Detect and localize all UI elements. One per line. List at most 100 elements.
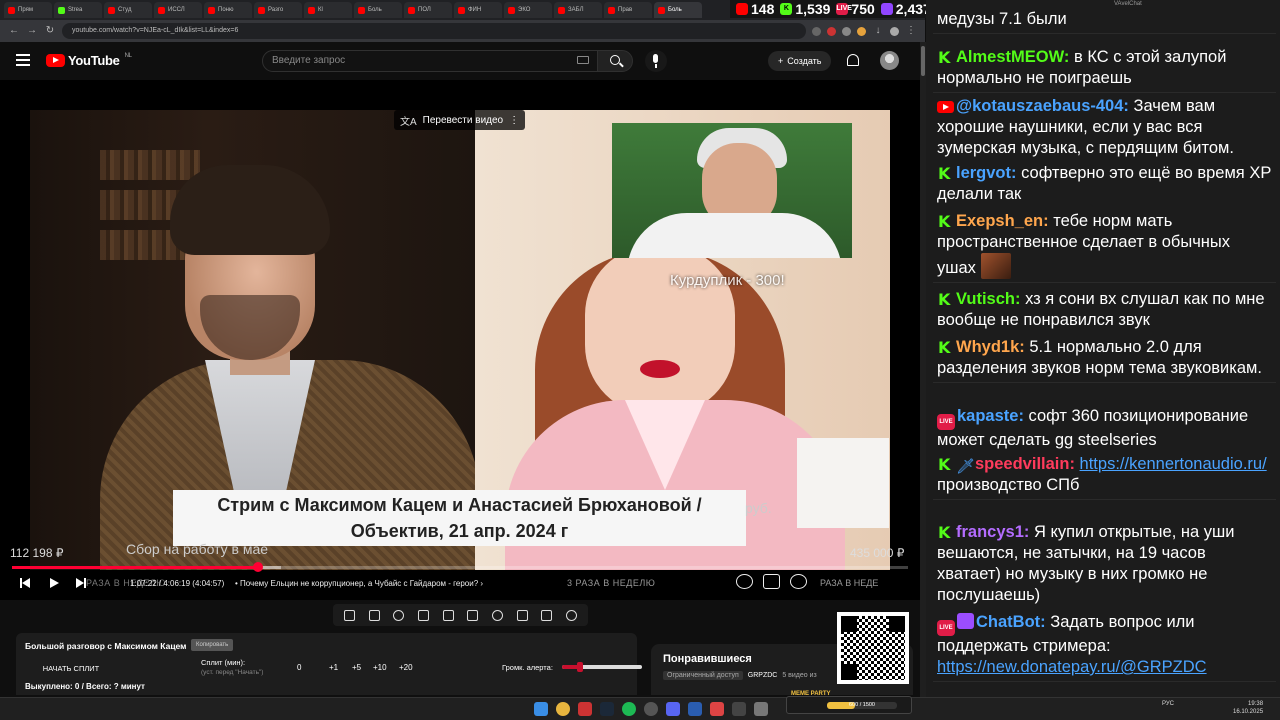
clock[interactable]: 19:38 16.10.2025 bbox=[1233, 700, 1263, 716]
playlist-title[interactable]: Понравившиеся bbox=[663, 653, 752, 665]
browser-tab[interactable]: Strea bbox=[54, 2, 102, 18]
browser-tab[interactable]: Студ bbox=[104, 2, 152, 18]
video-player[interactable]: Курдуплик - 300! 文A Перевести видео ⋮ Ст… bbox=[0, 80, 920, 600]
previous-icon[interactable] bbox=[20, 578, 30, 588]
pip-shirt bbox=[627, 213, 842, 258]
app-icon[interactable] bbox=[710, 702, 724, 716]
hamburger-menu-icon[interactable] bbox=[16, 54, 30, 66]
steam-icon[interactable] bbox=[600, 702, 614, 716]
chat-link[interactable]: https://kennertonaudio.ru/ bbox=[1080, 455, 1267, 473]
chapter-title[interactable]: • Почему Ельцин не коррупционер, а Чубай… bbox=[235, 579, 483, 588]
start-split-button[interactable]: НАЧАТЬ СПЛИТ bbox=[26, 662, 116, 676]
tab-label: Боль bbox=[668, 7, 682, 13]
meme-progress-bar: 600 / 1500 bbox=[827, 702, 897, 709]
obs-icon[interactable] bbox=[644, 702, 658, 716]
chrome-icon[interactable] bbox=[556, 702, 570, 716]
kick-badge-icon bbox=[937, 211, 954, 232]
crop-icon[interactable] bbox=[516, 609, 528, 621]
create-button[interactable]: + Создать bbox=[768, 51, 832, 71]
extension-icon[interactable] bbox=[857, 26, 866, 36]
app-icon[interactable] bbox=[578, 702, 592, 716]
browser-tab[interactable]: Разго bbox=[254, 2, 302, 18]
chat-username[interactable]: francys1: bbox=[956, 523, 1029, 541]
voice-search-icon[interactable] bbox=[645, 50, 667, 72]
browser-tab[interactable]: ЗАБЛ bbox=[554, 2, 602, 18]
translate-video-button[interactable]: 文A Перевести видео ⋮ bbox=[394, 110, 526, 130]
screen-icon[interactable] bbox=[442, 609, 454, 621]
browser-tab[interactable]: Прям bbox=[4, 2, 52, 18]
subtitles-icon[interactable] bbox=[763, 574, 780, 589]
browser-tab[interactable]: Кl bbox=[304, 2, 352, 18]
language-indicator[interactable]: РУС bbox=[1162, 701, 1174, 707]
avatar[interactable] bbox=[880, 51, 899, 70]
progress-scrubber[interactable] bbox=[253, 562, 264, 572]
sort-icon[interactable] bbox=[368, 609, 380, 621]
gear-icon[interactable] bbox=[566, 609, 578, 621]
speed-icon[interactable] bbox=[491, 609, 503, 621]
start-icon[interactable] bbox=[534, 702, 548, 716]
chat-username[interactable]: Vutisch: bbox=[956, 290, 1020, 308]
notifications-bell-icon[interactable] bbox=[847, 54, 859, 66]
extension-icon[interactable] bbox=[842, 26, 851, 36]
split-add-20-button[interactable]: +20 bbox=[399, 663, 413, 672]
browser-tab[interactable]: Боль bbox=[654, 2, 702, 18]
chat-username[interactable]: ChatBot: bbox=[976, 613, 1046, 631]
browser-tab[interactable]: ИССЛ bbox=[154, 2, 202, 18]
chat-username[interactable]: Whyd1k: bbox=[956, 338, 1025, 356]
clapper-icon[interactable] bbox=[417, 609, 429, 621]
menu-icon[interactable]: ⋮ bbox=[905, 25, 917, 37]
keyboard-icon[interactable] bbox=[577, 56, 589, 64]
next-icon[interactable] bbox=[76, 578, 86, 588]
download-icon[interactable]: ↓ bbox=[872, 25, 884, 37]
browser-tab[interactable]: Прав bbox=[604, 2, 652, 18]
scrollbar-thumb[interactable] bbox=[921, 46, 925, 76]
search-button[interactable] bbox=[597, 50, 633, 72]
discord-icon[interactable] bbox=[666, 702, 680, 716]
search-input[interactable]: Введите запрос bbox=[262, 50, 598, 72]
browser-tab[interactable]: Боль bbox=[354, 2, 402, 18]
url-field[interactable]: youtube.com/watch?v=NJEa-cL_dIk&list=LL&… bbox=[62, 23, 806, 39]
chat-username[interactable]: lergvot: bbox=[956, 164, 1017, 182]
extension-icon[interactable] bbox=[812, 26, 821, 36]
chat-username[interactable]: kapaste: bbox=[957, 407, 1024, 425]
app-icon[interactable] bbox=[754, 702, 768, 716]
browser-tab[interactable]: ФИН bbox=[454, 2, 502, 18]
split-add-1-button[interactable]: +1 bbox=[329, 663, 338, 672]
playlist-owner[interactable]: GRPZDC bbox=[748, 672, 778, 679]
progress-bar[interactable] bbox=[12, 562, 908, 572]
chat-username[interactable]: AlmestMEOW: bbox=[956, 48, 1069, 66]
screenshot-icon[interactable] bbox=[541, 609, 553, 621]
viewer-stats-overlay: 148 K 1,539 LIVE 750 2,437 bbox=[730, 0, 937, 18]
app-icon[interactable] bbox=[688, 702, 702, 716]
chat-username[interactable]: speedvillain: bbox=[975, 455, 1075, 473]
spotify-icon[interactable] bbox=[622, 702, 636, 716]
tab-label: ФИН bbox=[468, 7, 482, 13]
copy-button[interactable]: Копировать bbox=[191, 639, 234, 651]
youtube-logo[interactable]: YouTube NL bbox=[46, 53, 132, 68]
loop-icon[interactable] bbox=[343, 609, 355, 621]
split-add-5-button[interactable]: +5 bbox=[352, 663, 361, 672]
browser-tab[interactable]: Поню bbox=[204, 2, 252, 18]
play-icon[interactable] bbox=[50, 578, 59, 588]
back-icon[interactable]: ← bbox=[8, 25, 20, 37]
tab-label: Кl bbox=[318, 7, 323, 13]
alert-volume-knob[interactable] bbox=[576, 662, 583, 672]
chat-link[interactable]: https://new.donatepay.ru/@GRPZDC bbox=[937, 658, 1207, 676]
chat-username[interactable]: @kotauszaebaus-404: bbox=[956, 97, 1129, 115]
alert-volume-slider[interactable] bbox=[562, 662, 642, 672]
browser-tab[interactable]: ЭКО bbox=[504, 2, 552, 18]
split-value[interactable]: 0 bbox=[297, 663, 301, 672]
audio-icon[interactable] bbox=[393, 609, 405, 621]
forward-icon[interactable]: → bbox=[26, 25, 38, 37]
more-options-icon[interactable]: ⋮ bbox=[509, 115, 519, 126]
browser-tab[interactable]: ПОЛ bbox=[404, 2, 452, 18]
popout-icon[interactable] bbox=[467, 609, 479, 621]
reload-icon[interactable]: ↻ bbox=[44, 25, 56, 37]
extension-icon[interactable] bbox=[827, 26, 836, 36]
autoplay-icon[interactable] bbox=[736, 574, 753, 589]
app-icon[interactable] bbox=[732, 702, 746, 716]
settings-icon[interactable] bbox=[790, 574, 807, 589]
chat-username[interactable]: Exepsh_en: bbox=[956, 212, 1049, 230]
split-add-10-button[interactable]: +10 bbox=[373, 663, 387, 672]
profile-icon[interactable] bbox=[890, 26, 899, 36]
